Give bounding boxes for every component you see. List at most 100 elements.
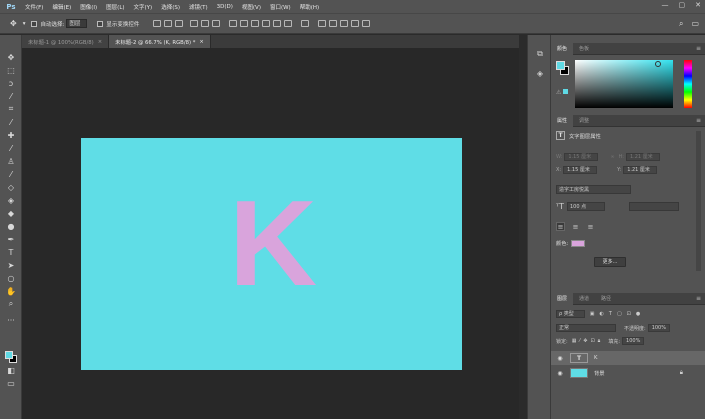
3d-pan-icon[interactable] bbox=[340, 20, 349, 27]
filter-toggle-icon[interactable]: ● bbox=[636, 311, 640, 317]
3d-roll-icon[interactable] bbox=[329, 20, 338, 27]
lock-all-icon[interactable]: 🔒︎ bbox=[598, 338, 601, 344]
history-panel-icon[interactable]: ⧉ bbox=[535, 49, 545, 59]
opacity-field[interactable]: 100% bbox=[647, 324, 670, 332]
eyedropper-tool-icon[interactable]: ⁄ bbox=[6, 117, 16, 127]
3d-slide-icon[interactable] bbox=[351, 20, 360, 27]
magic-wand-tool-icon[interactable]: ⁄ bbox=[6, 91, 16, 101]
foreground-color-swatch[interactable] bbox=[5, 351, 13, 359]
auto-select-checkbox[interactable] bbox=[31, 20, 38, 27]
menu-window[interactable]: 窗口(W) bbox=[270, 3, 291, 11]
move-tool-preset-icon[interactable]: ✥ bbox=[10, 19, 17, 28]
lock-artboard-icon[interactable]: ⊡ bbox=[590, 338, 594, 344]
filter-pixel-icon[interactable]: ▣ bbox=[590, 311, 595, 317]
filter-adjustment-icon[interactable]: ◐ bbox=[600, 311, 604, 317]
align-bottom-icon[interactable] bbox=[175, 20, 184, 27]
move-tool-icon[interactable]: ✥ bbox=[6, 52, 16, 62]
blend-mode-select[interactable]: 正常 bbox=[556, 324, 616, 332]
blur-tool-icon[interactable]: ◆ bbox=[6, 208, 16, 218]
color-picker-ring[interactable] bbox=[655, 61, 661, 67]
layer-filter-select[interactable]: ρ 类型 bbox=[556, 310, 585, 318]
menu-file[interactable]: 文件(F) bbox=[25, 3, 43, 11]
path-selection-tool-icon[interactable]: ➤ bbox=[6, 260, 16, 270]
visibility-eye-icon[interactable]: ◉ bbox=[554, 370, 566, 377]
lock-pixels-icon[interactable]: ⁄ bbox=[579, 338, 580, 344]
menu-view[interactable]: 视图(V) bbox=[242, 3, 261, 11]
width-field[interactable]: 1.15 厘米 bbox=[564, 153, 599, 161]
lock-transparent-icon[interactable]: ▦ bbox=[572, 338, 577, 344]
hand-tool-icon[interactable]: ✋ bbox=[6, 286, 16, 296]
3d-orbit-icon[interactable] bbox=[318, 20, 327, 27]
3d-panel-icon[interactable]: ◈ bbox=[535, 69, 545, 79]
filter-type-icon[interactable]: T bbox=[609, 311, 612, 317]
tab-document-2[interactable]: 未标题-2 @ 66.7% (K, RGB/8) * × bbox=[109, 35, 211, 48]
paint-bucket-tool-icon[interactable]: ◈ bbox=[6, 195, 16, 205]
3d-scale-icon[interactable] bbox=[362, 20, 371, 27]
workspace-icon[interactable]: ▭ bbox=[691, 19, 699, 29]
brush-tool-icon[interactable]: ⁄ bbox=[6, 143, 16, 153]
maximize-button[interactable]: ▢ bbox=[679, 1, 686, 9]
menu-layer[interactable]: 图层(L) bbox=[106, 3, 124, 11]
menu-image[interactable]: 图像(I) bbox=[80, 3, 97, 11]
tab-color[interactable]: 颜色 bbox=[551, 43, 574, 55]
tool-preset-dropdown-icon[interactable]: ▾ bbox=[23, 21, 26, 27]
distribute-right-icon[interactable] bbox=[284, 20, 293, 27]
menu-help[interactable]: 帮助(H) bbox=[300, 3, 319, 11]
zoom-tool-icon[interactable]: ⌕ bbox=[6, 299, 16, 309]
x-field[interactable]: 1.15 厘米 bbox=[563, 166, 598, 174]
align-text-center-icon[interactable]: ≡ bbox=[571, 222, 580, 231]
screen-mode-icon[interactable]: ▭ bbox=[6, 378, 16, 388]
quick-mask-icon[interactable]: ◧ bbox=[6, 365, 16, 375]
menu-select[interactable]: 选择(S) bbox=[161, 3, 180, 11]
color-panel-foreground-swatch[interactable] bbox=[556, 61, 565, 70]
layer-name[interactable]: 背景 bbox=[594, 369, 605, 377]
filter-shape-icon[interactable]: ▢ bbox=[617, 311, 622, 317]
eraser-tool-icon[interactable]: ◇ bbox=[6, 182, 16, 192]
height-field[interactable]: 1.21 厘米 bbox=[625, 153, 660, 161]
menu-edit[interactable]: 编辑(E) bbox=[52, 3, 71, 11]
properties-scrollbar[interactable] bbox=[696, 131, 701, 271]
align-top-icon[interactable] bbox=[153, 20, 162, 27]
more-options-button[interactable]: 更多... bbox=[594, 257, 626, 267]
panel-menu-icon[interactable]: ≡ bbox=[696, 293, 701, 305]
document-canvas[interactable]: K bbox=[81, 138, 462, 370]
layer-name[interactable]: K bbox=[594, 355, 597, 361]
distribute-left-icon[interactable] bbox=[262, 20, 271, 27]
tab-document-1[interactable]: 未标题-1 @ 100%(RGB/8) × bbox=[22, 35, 110, 48]
tab-paths[interactable]: 路径 bbox=[595, 293, 617, 305]
text-color-swatch[interactable] bbox=[571, 239, 586, 247]
color-picker-field[interactable] bbox=[575, 60, 673, 108]
distribute-vcenter-icon[interactable] bbox=[240, 20, 249, 27]
tab-layers[interactable]: 图层 bbox=[551, 293, 574, 305]
minimize-button[interactable]: — bbox=[662, 1, 669, 9]
align-vcenter-icon[interactable] bbox=[164, 20, 173, 27]
font-family-select[interactable]: 造字工房悦黑 bbox=[556, 185, 631, 194]
link-icon[interactable]: ∞ bbox=[610, 154, 614, 160]
align-hcenter-icon[interactable] bbox=[201, 20, 210, 27]
align-text-right-icon[interactable]: ≡ bbox=[586, 222, 595, 231]
close-window-button[interactable]: ✕ bbox=[695, 1, 701, 9]
visibility-eye-icon[interactable]: ◉ bbox=[554, 355, 566, 362]
hue-slider[interactable] bbox=[684, 60, 692, 108]
tab-channels[interactable]: 通道 bbox=[573, 293, 595, 305]
align-right-icon[interactable] bbox=[212, 20, 221, 27]
tracking-field[interactable] bbox=[629, 202, 679, 211]
layer-row-k[interactable]: ◉ T K bbox=[551, 351, 705, 365]
more-tools-icon[interactable]: ··· bbox=[6, 315, 16, 325]
history-brush-tool-icon[interactable]: ⁄ bbox=[6, 169, 16, 179]
align-left-icon[interactable] bbox=[190, 20, 199, 27]
panel-menu-icon[interactable]: ≡ bbox=[696, 43, 701, 55]
gamut-warning-icon[interactable]: ⚠ bbox=[556, 89, 569, 96]
show-transform-checkbox[interactable] bbox=[97, 20, 104, 27]
ellipse-tool-icon[interactable]: ○ bbox=[6, 273, 16, 283]
tab-properties[interactable]: 属性 bbox=[551, 115, 574, 127]
align-text-left-icon[interactable]: ≡ bbox=[556, 222, 565, 231]
distribute-top-icon[interactable] bbox=[229, 20, 238, 27]
layer-row-background[interactable]: ◉ 背景 🔒︎ bbox=[551, 366, 705, 380]
auto-align-icon[interactable] bbox=[301, 20, 310, 27]
text-layer-k[interactable]: K bbox=[229, 182, 317, 304]
tab-swatches[interactable]: 色板 bbox=[573, 43, 595, 55]
close-icon[interactable]: × bbox=[199, 39, 203, 45]
filter-smart-icon[interactable]: ⊡ bbox=[627, 311, 631, 317]
distribute-bottom-icon[interactable] bbox=[251, 20, 260, 27]
